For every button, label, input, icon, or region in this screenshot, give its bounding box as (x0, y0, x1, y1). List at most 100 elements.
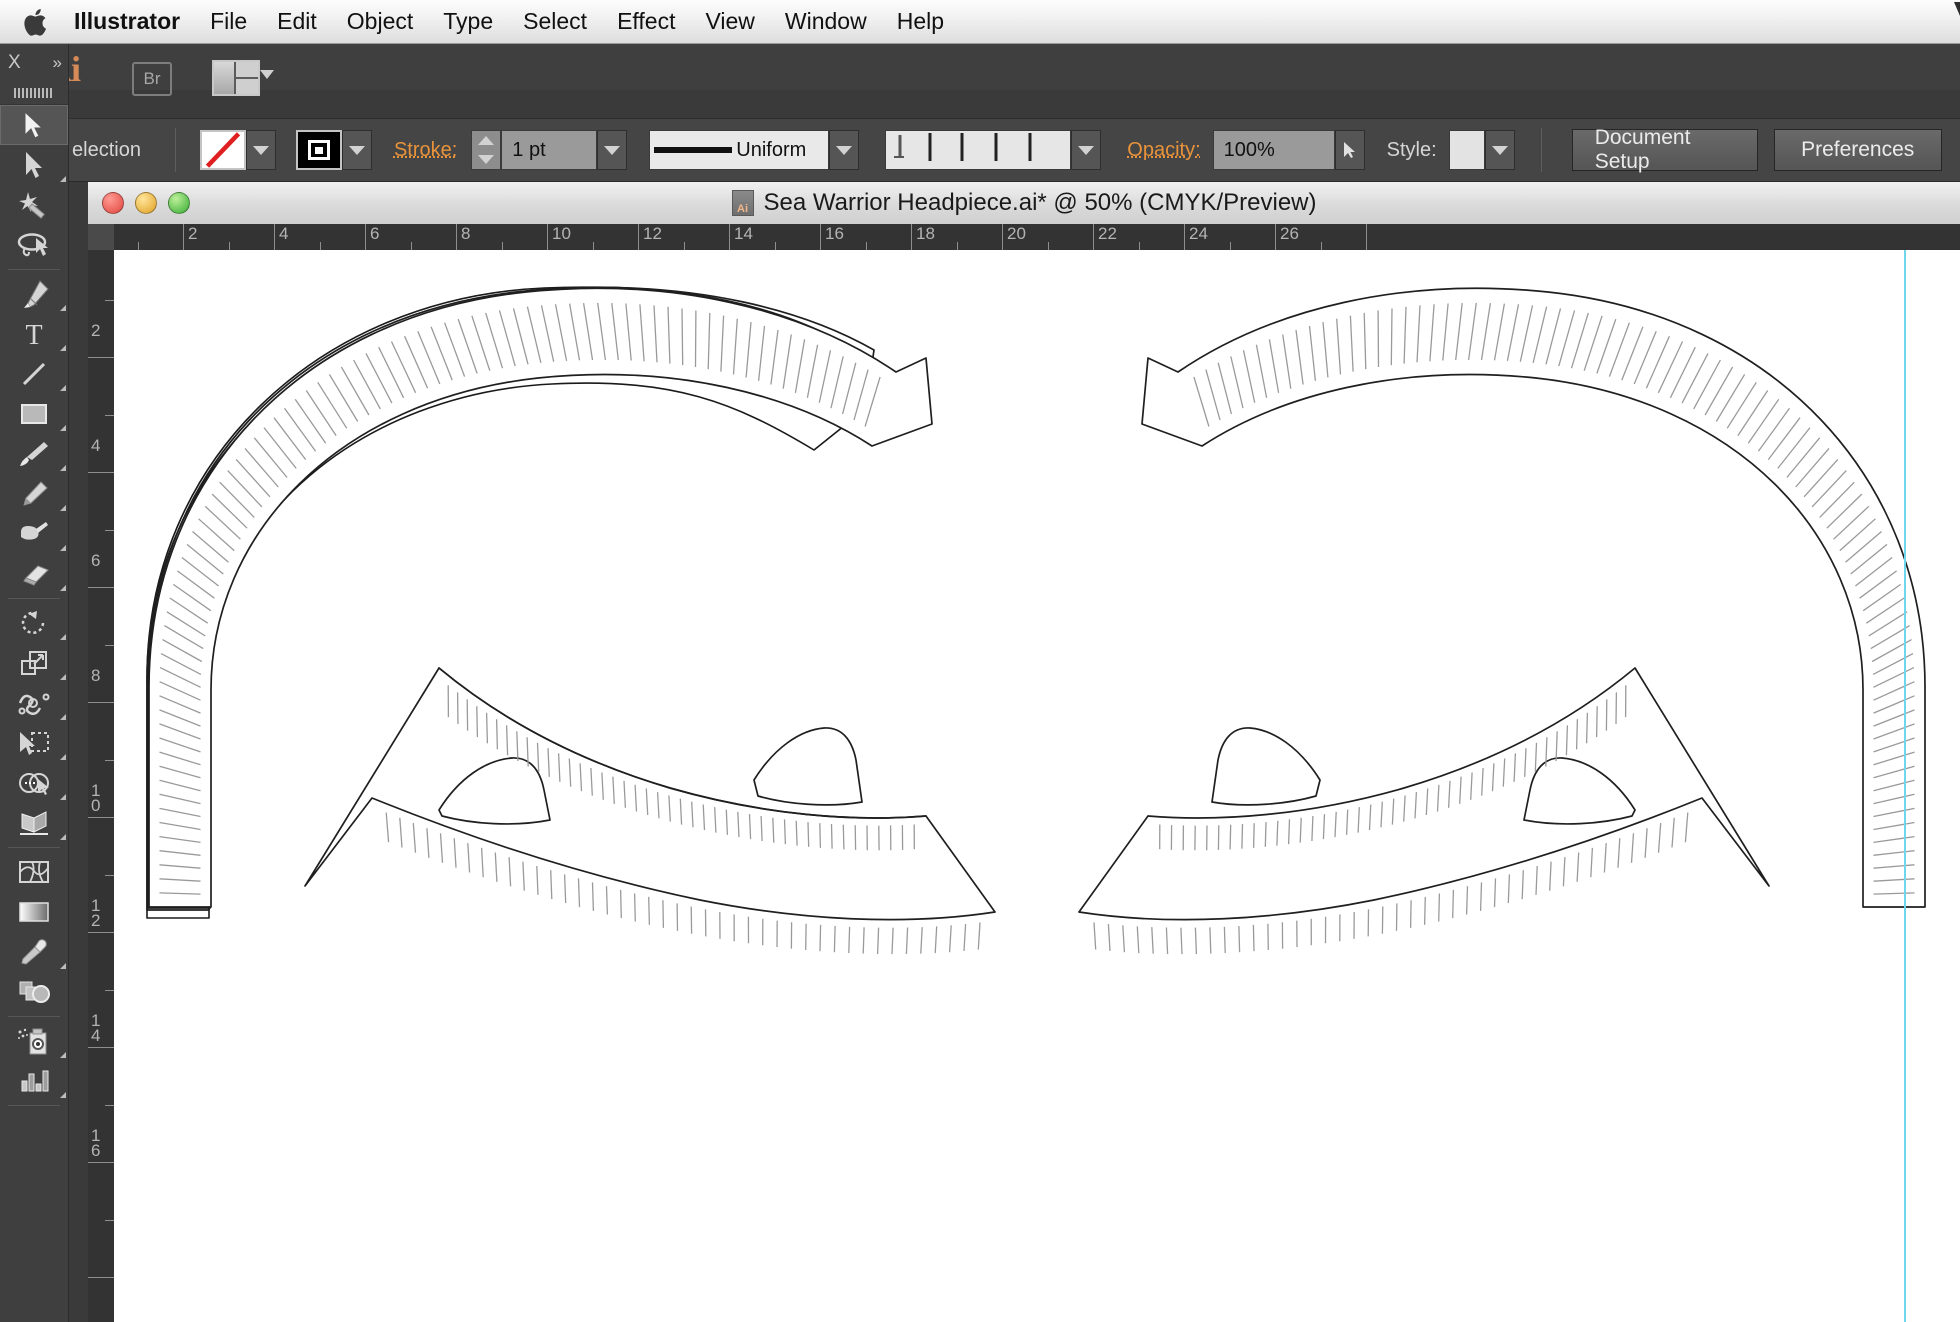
stitch-tick (1136, 926, 1140, 954)
stitch-tick (577, 878, 581, 908)
menu-file[interactable]: File (210, 8, 247, 35)
opacity-dropdown[interactable] (1334, 130, 1365, 170)
ruler-major-tick (88, 1277, 114, 1278)
rectangle-tool[interactable] (0, 394, 68, 434)
stitch-tick (948, 925, 952, 953)
eyedropper-tool[interactable] (0, 932, 68, 972)
stitch-tick (476, 706, 479, 738)
ruler-origin-corner[interactable] (88, 224, 114, 250)
menu-illustrator[interactable]: Illustrator (74, 8, 180, 35)
ruler-label: 4 (91, 436, 101, 455)
bridge-button[interactable]: Br (132, 62, 172, 96)
graphic-style-swatch[interactable] (1448, 130, 1485, 170)
ruler-major-tick (88, 932, 114, 933)
ruler-minor-tick (1229, 242, 1231, 250)
fill-swatch[interactable] (199, 130, 246, 170)
scale-tool[interactable] (0, 643, 68, 683)
menu-object[interactable]: Object (347, 8, 413, 35)
stroke-dropdown[interactable] (341, 130, 372, 170)
rotate-tool[interactable] (0, 603, 68, 643)
ruler-label: 12 (91, 896, 101, 930)
stitch-tick (1423, 896, 1426, 925)
stitch-tick (1122, 925, 1126, 953)
stroke-swatch[interactable] (295, 130, 342, 170)
stitch-tick (1264, 822, 1267, 847)
arrange-documents-icon[interactable] (212, 60, 260, 96)
selection-tool[interactable] (0, 105, 68, 145)
symbol-sprayer-tool[interactable] (0, 1021, 68, 1061)
stitch-tick (480, 847, 484, 878)
stroke-weight-input[interactable]: 1 pt (501, 130, 598, 170)
pencil-tool[interactable] (0, 474, 68, 514)
gradient-tool[interactable] (0, 892, 68, 932)
apple-logo-icon[interactable] (22, 6, 50, 38)
menu-type[interactable]: Type (443, 8, 493, 35)
free-transform-tool[interactable] (0, 723, 68, 763)
perspective-grid-tool[interactable] (0, 803, 68, 843)
stitch-tick (1165, 927, 1169, 955)
stitch-tick (876, 927, 880, 955)
artboard-canvas[interactable] (114, 250, 1960, 1322)
close-icon[interactable]: X (8, 52, 21, 74)
column-graph-tool[interactable] (0, 1061, 68, 1101)
panel-drag-handle[interactable] (0, 82, 68, 105)
vertical-ruler[interactable]: 2 4 6 8 10 12 14 16 (88, 250, 115, 1322)
menu-view[interactable]: View (705, 8, 754, 35)
menu-effect[interactable]: Effect (617, 8, 675, 35)
stitch-tick (905, 927, 909, 955)
stroke-weight-stepper[interactable] (471, 130, 502, 170)
lasso-tool[interactable] (0, 225, 68, 265)
variable-width-dropdown[interactable] (1071, 130, 1102, 170)
opacity-input[interactable]: 100% (1212, 130, 1335, 170)
menu-select[interactable]: Select (523, 8, 587, 35)
ruler-minor-tick (1320, 242, 1322, 250)
document-title-bar[interactable]: Ai Sea Warrior Headpiece.ai* @ 50% (CMYK… (88, 182, 1960, 225)
type-tool[interactable]: T (0, 314, 68, 354)
graphic-style-dropdown[interactable] (1484, 130, 1515, 170)
stitch-tick (426, 828, 430, 858)
blend-tool[interactable] (0, 972, 68, 1012)
menu-help[interactable]: Help (897, 8, 944, 35)
fill-dropdown[interactable] (245, 130, 276, 170)
sea-warrior-headpiece-artwork[interactable] (114, 250, 1960, 1322)
width-tool[interactable] (0, 683, 68, 723)
ruler-major-tick (88, 817, 114, 818)
stitch-tick (1409, 900, 1412, 928)
ruler-label: 26 (1280, 224, 1299, 243)
stroke-profile-dropdown[interactable] (829, 130, 860, 170)
stroke-label[interactable]: Stroke: (394, 139, 457, 162)
stroke-profile-select[interactable]: Uniform (649, 130, 830, 170)
opacity-label[interactable]: Opacity: (1127, 139, 1200, 162)
right-cutout-large (1211, 727, 1321, 806)
stitch-tick (807, 822, 810, 847)
document-setup-button[interactable]: Document Setup (1571, 126, 1758, 173)
horizontal-ruler[interactable]: 2 4 6 8 10 12 14 16 18 20 22 24 26 (88, 224, 1960, 251)
expand-panel-icon[interactable]: » (53, 53, 63, 73)
arrange-chevron-down-icon[interactable] (260, 70, 274, 79)
magic-wand-tool[interactable] (0, 185, 68, 225)
stitch-tick (1507, 874, 1511, 904)
left-cutout-large (753, 727, 863, 806)
line-segment-tool[interactable] (0, 354, 68, 394)
variable-width-profile-select[interactable] (885, 130, 1072, 170)
ruler-label: 16 (825, 224, 844, 243)
blob-brush-tool[interactable] (0, 514, 68, 554)
mesh-tool[interactable] (0, 852, 68, 892)
stroke-weight-dropdown[interactable] (597, 130, 628, 170)
style-label: Style: (1386, 138, 1437, 161)
preferences-button[interactable]: Preferences (1773, 129, 1942, 171)
menu-window[interactable]: Window (785, 8, 867, 35)
stitch-tick (1287, 819, 1291, 845)
document-window: Ai Sea Warrior Headpiece.ai* @ 50% (CMYK… (88, 182, 1960, 1322)
stitch-tick (495, 719, 499, 750)
pen-tool[interactable] (0, 274, 68, 314)
paintbrush-tool[interactable] (0, 434, 68, 474)
ruler-minor-tick (105, 874, 114, 876)
eraser-tool[interactable] (0, 554, 68, 594)
shape-builder-tool[interactable] (0, 763, 68, 803)
ruler-label: 14 (91, 1011, 101, 1045)
menu-edit[interactable]: Edit (277, 8, 317, 35)
direct-selection-tool[interactable] (0, 145, 68, 185)
ruler-label: 8 (91, 666, 101, 685)
ruler-major-tick (547, 224, 548, 250)
